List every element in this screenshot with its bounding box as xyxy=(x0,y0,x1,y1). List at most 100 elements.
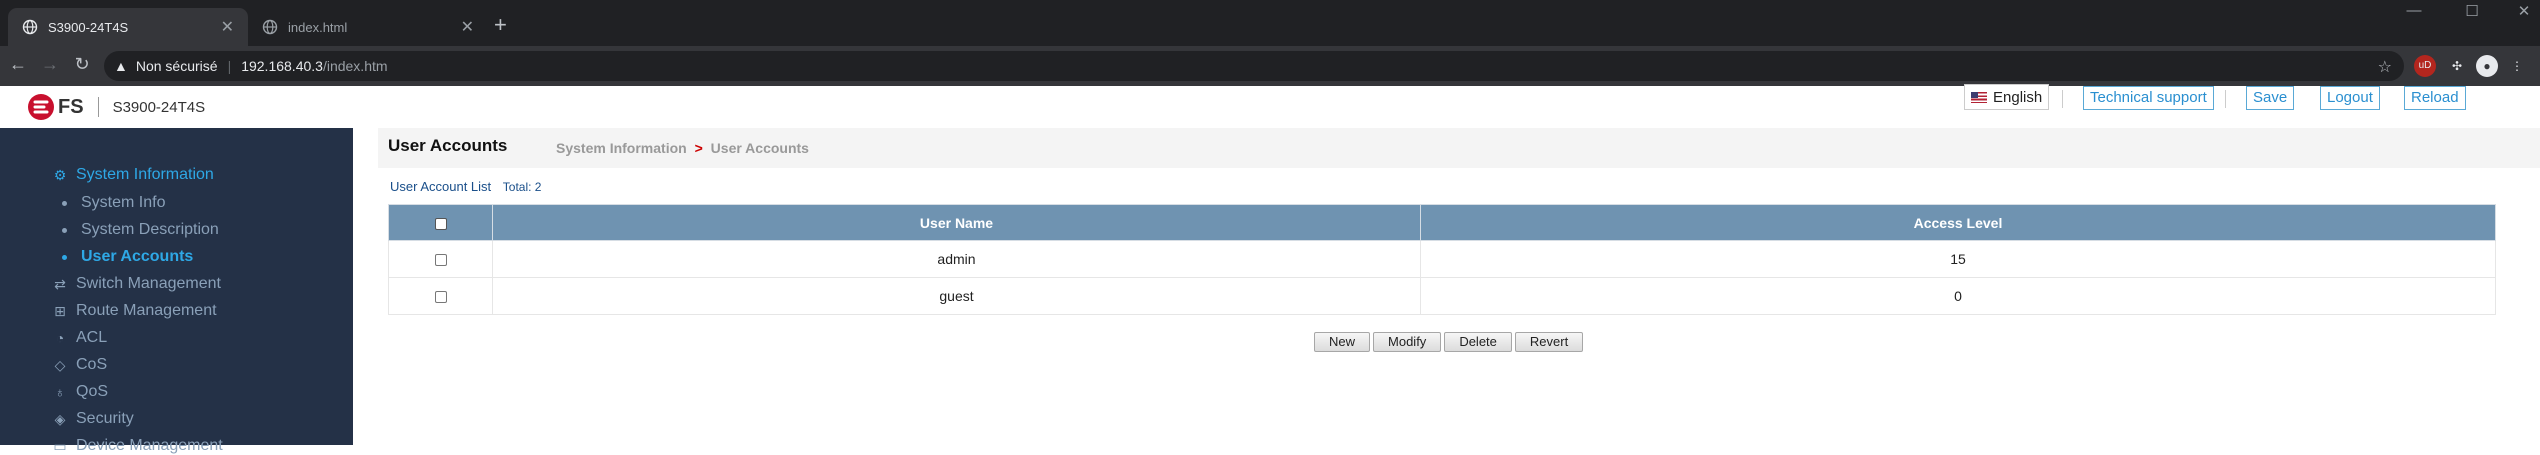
sidebar-item-qos[interactable]: ♁ QoS xyxy=(52,383,108,401)
security-label[interactable]: Non sécurisé xyxy=(136,58,218,74)
sidebar-item-label: CoS xyxy=(76,356,108,373)
minimize-button[interactable]: — xyxy=(2390,2,2438,19)
sidebar-item-route-management[interactable]: ⊞ Route Management xyxy=(52,302,217,320)
fs-logo: FS S3900-24T4S xyxy=(26,92,205,122)
tab-title: S3900-24T4S xyxy=(48,19,129,35)
menu-kebab-icon[interactable]: ⋮ xyxy=(2506,55,2528,77)
row-checkbox[interactable] xyxy=(434,291,447,304)
sidebar-item-label: System Information xyxy=(76,166,214,183)
user-accounts-table: User Name Access Level admin 15 guest 0 xyxy=(388,204,2496,315)
breadcrumb: System Information > User Accounts xyxy=(556,140,809,156)
sidebar-item-system-information[interactable]: ⚙ System Information xyxy=(52,166,214,184)
address-bar[interactable]: ▲ Non sécurisé | 192.168.40.3/index.htm … xyxy=(104,51,2404,81)
save-button[interactable]: Save xyxy=(2246,86,2295,110)
action-buttons: New Modify Delete Revert xyxy=(1314,332,1584,352)
breadcrumb-current: User Accounts xyxy=(710,140,809,156)
sidebar-item-label: Device Management xyxy=(76,437,223,454)
row-select-cell xyxy=(388,277,493,315)
sidebar-item-cos[interactable]: ◇ CoS xyxy=(52,356,108,374)
select-all-checkbox[interactable] xyxy=(434,217,447,230)
sidebar-subitem-system-description[interactable]: System Description xyxy=(62,221,219,239)
row-select-cell xyxy=(388,240,493,278)
browser-toolbar: ← → ↻ ▲ Non sécurisé | 192.168.40.3/inde… xyxy=(0,46,2540,86)
sidebar-item-label: QoS xyxy=(76,383,109,400)
close-icon[interactable]: ✕ xyxy=(461,17,474,37)
logo-text: FS xyxy=(58,95,84,118)
new-tab-button[interactable]: + xyxy=(494,12,507,38)
row-checkbox[interactable] xyxy=(434,254,447,267)
warning-icon[interactable]: ▲ xyxy=(114,58,128,74)
language-selector[interactable]: English xyxy=(1964,84,2050,110)
reload-icon[interactable]: ↻ xyxy=(70,54,94,75)
close-icon[interactable]: ✕ xyxy=(221,17,234,37)
window-close-button[interactable]: ✕ xyxy=(2500,2,2540,20)
sidebar-item-security[interactable]: ◈ Security xyxy=(52,410,134,428)
browser-tab-inactive[interactable]: index.html ✕ xyxy=(248,8,488,46)
breadcrumb-separator: > xyxy=(694,140,703,156)
cos-icon: ◇ xyxy=(54,357,66,373)
technical-support-button[interactable]: Technical support xyxy=(2083,86,2214,110)
access-level-cell: 15 xyxy=(1420,240,2496,278)
shield-icon: ◈ xyxy=(54,411,66,427)
forward-arrow-icon[interactable]: → xyxy=(38,54,62,75)
logout-button[interactable]: Logout xyxy=(2320,86,2380,110)
table-header-row: User Name Access Level xyxy=(388,204,2496,241)
sidebar-item-device-management[interactable]: ▭ Device Management xyxy=(52,437,223,455)
route-icon: ⊞ xyxy=(54,303,66,319)
sidebar-item-switch-management[interactable]: ⇄ Switch Management xyxy=(52,275,221,293)
ublock-extension-icon[interactable]: uD xyxy=(2414,55,2436,77)
list-title: User Account List xyxy=(390,179,492,194)
bullet-icon xyxy=(62,254,67,260)
total-count: Total: 2 xyxy=(502,180,542,194)
url-host: 192.168.40.3 xyxy=(241,58,323,74)
access-level-cell: 0 xyxy=(1420,277,2496,315)
new-button[interactable]: New xyxy=(1314,332,1371,352)
sidebar-item-acl[interactable]: ◔ ACL xyxy=(52,329,107,347)
page-header: User Accounts System Information > User … xyxy=(378,128,2540,168)
sidebar-item-label: ACL xyxy=(76,329,108,346)
logo-divider xyxy=(97,97,99,117)
modify-button[interactable]: Modify xyxy=(1373,332,1442,352)
revert-button[interactable]: Revert xyxy=(1514,332,1584,352)
table-row[interactable]: guest 0 xyxy=(388,277,2496,315)
sidebar-subitem-label: User Accounts xyxy=(81,248,194,265)
url-path: /index.htm xyxy=(322,58,388,74)
us-flag-icon xyxy=(1971,91,1987,103)
browser-tab-active[interactable]: S3900-24T4S ✕ xyxy=(8,8,248,46)
qos-icon: ♁ xyxy=(54,384,66,400)
reload-button[interactable]: Reload xyxy=(2404,86,2466,110)
sidebar-subitem-label: System Description xyxy=(81,221,219,238)
sidebar-subitem-user-accounts[interactable]: User Accounts xyxy=(62,248,193,266)
table-row[interactable]: admin 15 xyxy=(388,240,2496,278)
bookmark-star-icon[interactable]: ☆ xyxy=(2378,57,2392,77)
delete-button[interactable]: Delete xyxy=(1444,332,1512,352)
column-header-access-level[interactable]: Access Level xyxy=(1420,204,2496,241)
user-name-cell: guest xyxy=(492,277,1421,315)
globe-icon xyxy=(22,19,38,35)
select-all-cell xyxy=(388,204,493,241)
device-name: S3900-24T4S xyxy=(112,98,206,116)
sidebar-item-label: Route Management xyxy=(76,302,217,319)
browser-tab-strip: S3900-24T4S ✕ index.html ✕ + — ☐ ✕ xyxy=(0,0,2540,46)
back-arrow-icon[interactable]: ← xyxy=(6,54,30,75)
user-name-cell: admin xyxy=(492,240,1421,278)
sidebar-subitem-system-info[interactable]: System Info xyxy=(62,194,165,212)
sidebar-subitem-label: System Info xyxy=(81,194,166,211)
bullet-icon xyxy=(62,227,67,233)
maximize-button[interactable]: ☐ xyxy=(2448,2,2496,20)
header-divider xyxy=(2062,90,2063,108)
sidebar-item-label: Security xyxy=(76,410,134,427)
column-header-user-name[interactable]: User Name xyxy=(492,204,1421,241)
list-header: User Account List Total: 2 xyxy=(390,179,541,194)
switch-icon: ⇄ xyxy=(54,276,66,292)
bullet-icon xyxy=(62,200,67,206)
puzzle-extensions-icon[interactable]: ✣ xyxy=(2446,55,2468,77)
sidebar: ⚙ System Information System Info System … xyxy=(0,128,353,454)
breadcrumb-parent[interactable]: System Information xyxy=(556,140,687,156)
profile-avatar-icon[interactable]: ● xyxy=(2476,55,2498,77)
main-content: User Accounts System Information > User … xyxy=(378,128,2540,445)
language-label: English xyxy=(1993,88,2043,106)
acl-icon: ◔ xyxy=(55,330,65,346)
globe-icon xyxy=(262,19,278,35)
sidebar-item-label: Switch Management xyxy=(76,275,221,292)
